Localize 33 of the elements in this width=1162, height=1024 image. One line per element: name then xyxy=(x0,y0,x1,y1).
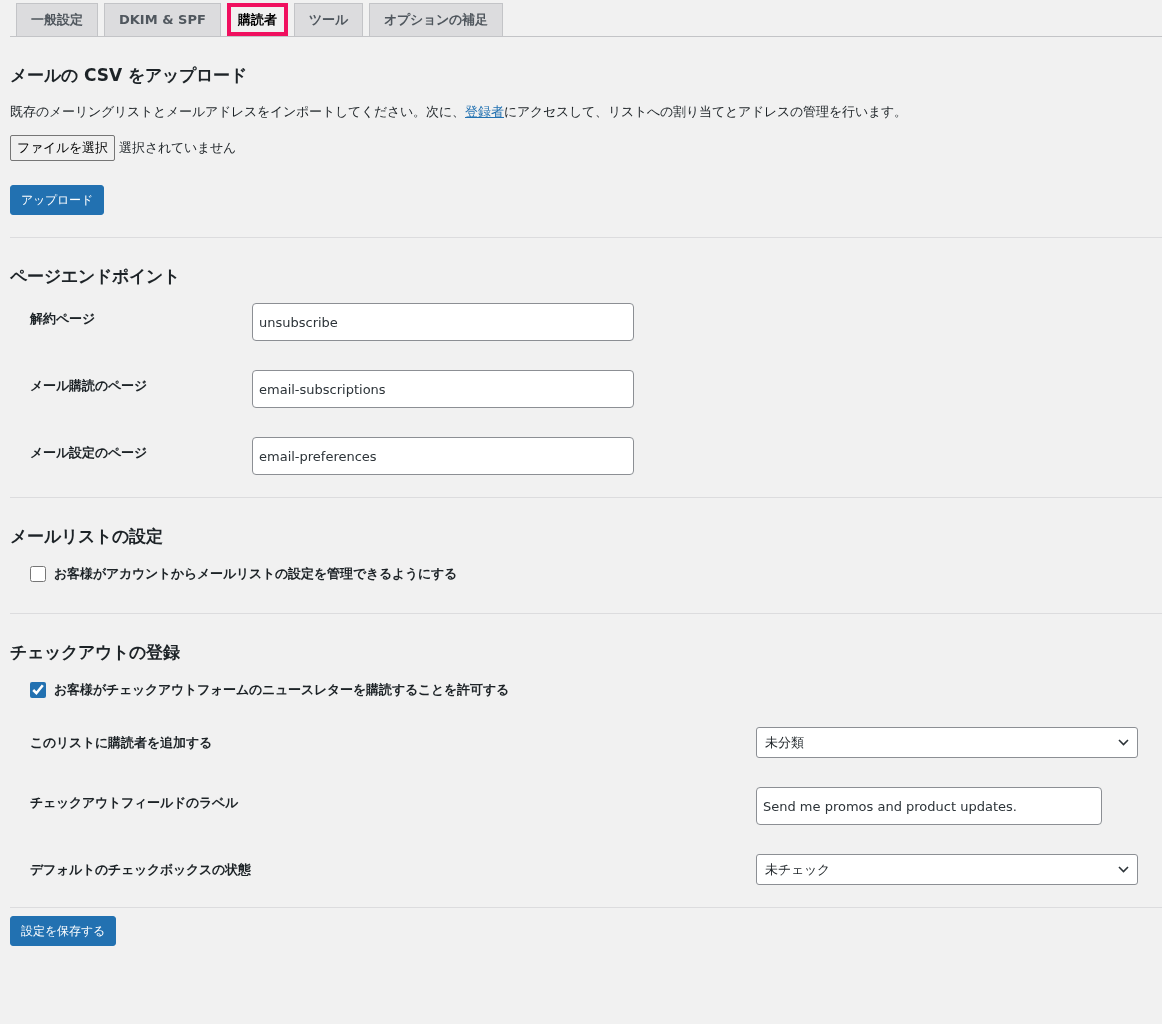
checkbox-label: お客様がアカウントからメールリストの設定を管理できるようにする xyxy=(54,564,457,583)
checkbox-label: お客様がチェックアウトフォームのニュースレターを購読することを許可する xyxy=(54,680,509,699)
field-label: 解約ページ xyxy=(30,310,96,329)
tab[interactable]: 一般設定 xyxy=(16,3,98,36)
checkbox[interactable] xyxy=(30,565,46,582)
text-field[interactable]: email-subscriptions xyxy=(252,370,634,409)
text-field[interactable]: Send me promos and product updates. xyxy=(756,787,1102,826)
choose-file-button[interactable]: ファイルを選択 xyxy=(10,135,115,161)
tab[interactable]: DKIM & SPF xyxy=(104,3,221,36)
field-label: デフォルトのチェックボックスの状態 xyxy=(30,861,252,880)
tab[interactable]: ツール xyxy=(293,3,363,36)
link[interactable]: 登録者 xyxy=(465,103,504,119)
file-status-text: 選択されていません xyxy=(119,139,236,158)
dropdown[interactable]: 未チェック xyxy=(756,854,1138,886)
chevron-down-icon xyxy=(1118,866,1129,874)
section-heading: ページエンドポイント xyxy=(10,264,181,288)
chevron-down-icon xyxy=(1118,739,1129,747)
field-label: チェックアウトフィールドのラベル xyxy=(30,794,239,813)
dropdown[interactable]: 未分類 xyxy=(756,727,1138,759)
field-label: メール設定のページ xyxy=(30,444,148,463)
tab[interactable]: オプションの補足 xyxy=(368,3,503,36)
field-label: メール購読のページ xyxy=(30,377,148,396)
section-heading: チェックアウトの登録 xyxy=(10,641,181,665)
save-settings-button[interactable]: 設定を保存する xyxy=(10,916,116,947)
upload-button[interactable]: アップロード xyxy=(10,184,104,215)
section-heading: メールの CSV をアップロード xyxy=(10,64,249,87)
text-field[interactable]: unsubscribe xyxy=(252,303,634,342)
section-heading: メールリストの設定 xyxy=(10,525,164,549)
tab[interactable]: 購読者 xyxy=(226,3,288,36)
text-field[interactable]: email-preferences xyxy=(252,437,634,476)
description-text: 既存のメーリングリストとメールアドレスをインポートしてください。次に、登録者にアクセスして、リストへの割り当てとアドレスの管理を行います。 xyxy=(10,102,908,121)
field-label: このリストに購読者を追加する xyxy=(30,734,213,753)
checkbox[interactable] xyxy=(30,681,46,698)
